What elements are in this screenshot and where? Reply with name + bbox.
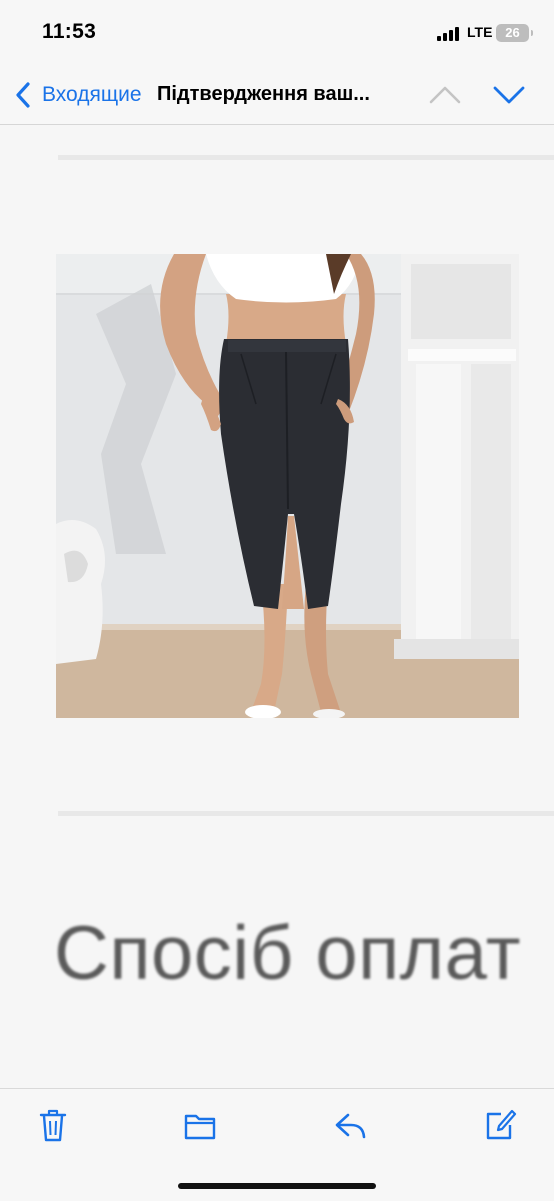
previous-message-icon[interactable] — [428, 82, 462, 108]
home-indicator[interactable] — [178, 1183, 376, 1189]
status-time: 11:53 — [42, 20, 97, 43]
compose-icon[interactable] — [483, 1107, 517, 1143]
nav-bar: Входящие Підтвердження ваш... — [0, 66, 554, 125]
battery-level: 26 — [505, 25, 520, 40]
email-body: Спосіб оплат — [0, 125, 554, 1088]
battery-icon: 26 — [496, 24, 533, 42]
divider — [58, 155, 554, 160]
reply-icon[interactable] — [333, 1107, 367, 1143]
payment-method-heading: Спосіб оплат — [54, 911, 522, 996]
back-button-label: Входящие — [42, 83, 142, 106]
folder-icon[interactable] — [183, 1107, 217, 1143]
skirt-photo — [56, 254, 519, 718]
divider — [58, 811, 554, 816]
product-image[interactable] — [56, 254, 519, 718]
signal-icon — [437, 27, 463, 41]
back-button[interactable]: Входящие — [14, 80, 142, 110]
email-subject: Підтвердження ваш... — [157, 83, 370, 105]
trash-icon[interactable] — [36, 1107, 70, 1143]
network-label: LTE — [467, 24, 493, 40]
chevron-left-icon — [16, 82, 30, 108]
status-bar: 11:53 LTE 26 — [0, 0, 554, 66]
next-message-icon[interactable] — [492, 82, 526, 108]
